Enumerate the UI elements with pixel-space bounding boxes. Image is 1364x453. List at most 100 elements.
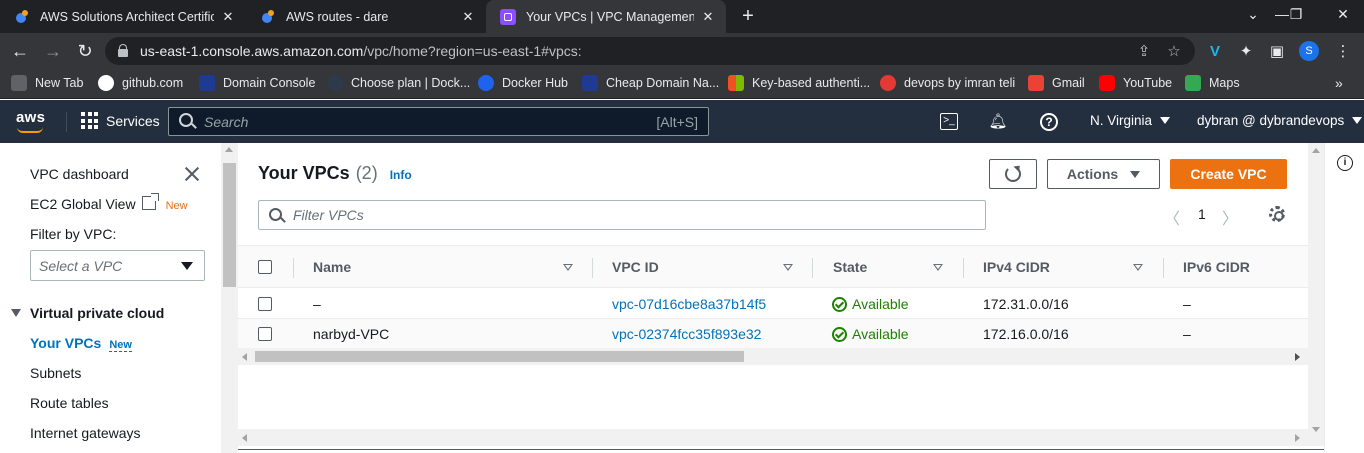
- create-vpc-button[interactable]: Create VPC: [1170, 159, 1287, 189]
- region-selector[interactable]: N. Virginia: [1090, 113, 1171, 128]
- scroll-up-arrow-icon[interactable]: [1312, 148, 1320, 153]
- profile-avatar[interactable]: S: [1299, 41, 1319, 61]
- sort-icon[interactable]: [563, 264, 573, 271]
- row-checkbox[interactable]: [258, 327, 272, 341]
- bookmark-key-auth[interactable]: Key-based authenti...: [728, 75, 870, 91]
- back-arrow-icon[interactable]: ←: [9, 40, 31, 62]
- nav-subnets[interactable]: Subnets: [30, 365, 81, 381]
- cloudshell-icon[interactable]: >_: [940, 113, 958, 130]
- share-icon[interactable]: ⇪: [1134, 42, 1154, 60]
- bookmark-gmail[interactable]: Gmail: [1028, 75, 1085, 91]
- page-vertical-scrollbar[interactable]: [1308, 143, 1324, 446]
- sidebar-scrollbar[interactable]: [221, 143, 238, 453]
- bookmark-star-icon[interactable]: ☆: [1164, 42, 1184, 60]
- scroll-up-arrow-icon[interactable]: [225, 147, 233, 152]
- table-row[interactable]: narbyd-VPC vpc-02374fcc35f893e32 Availab…: [238, 319, 1308, 349]
- services-menu-button[interactable]: Services: [81, 112, 160, 129]
- page-header: Your VPCs (2) Info: [258, 163, 412, 184]
- forward-arrow-icon[interactable]: →: [42, 40, 64, 62]
- nav-vpc-dashboard[interactable]: VPC dashboard: [30, 166, 129, 182]
- col-vpc-id[interactable]: VPC ID: [612, 259, 659, 275]
- extensions-puzzle-icon[interactable]: ✦: [1236, 42, 1256, 62]
- table-row[interactable]: – vpc-07d16cbe8a37b14f5 Available 172.31…: [238, 289, 1308, 319]
- close-tab-icon[interactable]: ✕: [700, 9, 716, 25]
- bookmark-domain-console[interactable]: Domain Console: [199, 75, 315, 91]
- reload-icon[interactable]: ↻: [74, 40, 96, 62]
- col-name[interactable]: Name: [313, 259, 351, 275]
- restore-icon[interactable]: ❐: [1286, 6, 1306, 23]
- scroll-right-arrow-icon[interactable]: [1295, 434, 1300, 442]
- previous-page-icon[interactable]: 〈: [1164, 205, 1180, 229]
- cell-name: narbyd-VPC: [313, 326, 390, 342]
- bookmark-docker-hub[interactable]: Docker Hub: [478, 75, 568, 91]
- aws-top-nav: aws Services Search [Alt+S] >_ 🔔︎ ? N. V…: [0, 100, 1364, 143]
- address-bar[interactable]: us-east-1.console.aws.amazon.com/vpc/hom…: [105, 37, 1195, 65]
- console-search-input[interactable]: Search [Alt+S]: [168, 107, 709, 136]
- close-tab-icon[interactable]: ✕: [460, 9, 476, 25]
- browser-tab-aws-routes[interactable]: AWS routes - dare ✕: [246, 0, 486, 33]
- bookmark-youtube[interactable]: YouTube: [1099, 75, 1172, 91]
- bookmark-cheap-domain[interactable]: Cheap Domain Na...: [582, 75, 719, 91]
- cell-ipv6: –: [1183, 296, 1191, 312]
- new-tab-plus-icon[interactable]: +: [737, 5, 759, 28]
- chevron-down-icon[interactable]: ⌄: [1243, 6, 1263, 23]
- section-virtual-private-cloud[interactable]: Virtual private cloud: [11, 305, 164, 321]
- bookmark-github[interactable]: github.com: [98, 75, 183, 91]
- info-icon[interactable]: i: [1337, 155, 1353, 171]
- scroll-thumb[interactable]: [223, 163, 236, 287]
- notifications-bell-icon[interactable]: 🔔︎: [987, 111, 1009, 133]
- nav-your-vpcs[interactable]: Your VPCs New: [30, 335, 132, 352]
- aws-logo[interactable]: aws: [16, 109, 45, 133]
- split-panel-divider[interactable]: [238, 449, 1324, 453]
- docker-icon: [478, 75, 494, 91]
- nav-internet-gateways[interactable]: Internet gateways: [30, 425, 141, 441]
- info-link[interactable]: Info: [390, 168, 412, 182]
- actions-dropdown-button[interactable]: Actions: [1047, 159, 1160, 189]
- bookmark-new-tab[interactable]: New Tab: [11, 75, 83, 91]
- lock-icon[interactable]: [118, 44, 128, 57]
- cell-vpc-id-link[interactable]: vpc-02374fcc35f893e32: [612, 326, 761, 342]
- col-ipv4-cidr[interactable]: IPv4 CIDR: [983, 259, 1050, 275]
- close-icon[interactable]: [183, 165, 201, 183]
- bookmark-docker-plan[interactable]: Choose plan | Dock...: [327, 75, 470, 91]
- sort-icon[interactable]: [933, 264, 943, 271]
- browser-tab-your-vpcs[interactable]: Your VPCs | VPC Management Co ✕: [486, 0, 726, 33]
- gear-icon[interactable]: [1269, 206, 1285, 222]
- scroll-left-arrow-icon[interactable]: [242, 434, 247, 442]
- scroll-right-arrow-icon[interactable]: [1295, 353, 1300, 361]
- bookmark-devops[interactable]: devops by imran teli: [880, 75, 1015, 91]
- table-horizontal-scrollbar[interactable]: [238, 348, 1308, 365]
- close-window-icon[interactable]: ✕: [1333, 6, 1353, 23]
- sort-icon[interactable]: [783, 264, 793, 271]
- sort-icon[interactable]: [1133, 264, 1143, 271]
- domain-icon: [582, 75, 598, 91]
- kebab-menu-icon[interactable]: ⋮: [1333, 42, 1353, 62]
- side-panel-icon[interactable]: ▣: [1267, 42, 1287, 62]
- refresh-button[interactable]: [989, 159, 1037, 189]
- divider: [66, 112, 67, 132]
- vpc-filter-select[interactable]: Select a VPC: [30, 250, 205, 281]
- select-all-checkbox[interactable]: [258, 260, 272, 274]
- scroll-left-arrow-icon[interactable]: [242, 353, 247, 361]
- cell-vpc-id-link[interactable]: vpc-07d16cbe8a37b14f5: [612, 296, 766, 312]
- col-state[interactable]: State: [833, 259, 867, 275]
- help-icon[interactable]: ?: [1040, 113, 1058, 131]
- page-horizontal-scrollbar[interactable]: [238, 429, 1308, 446]
- url-host: us-east-1.console.aws.amazon.com: [140, 43, 364, 59]
- nav-ec2-global-view[interactable]: EC2 Global View New: [30, 193, 188, 212]
- current-page[interactable]: 1: [1198, 206, 1206, 222]
- bookmark-maps[interactable]: Maps: [1185, 75, 1240, 91]
- browser-tab-aws-cert[interactable]: AWS Solutions Architect Certificat ✕: [0, 0, 246, 33]
- next-page-icon[interactable]: 〉: [1222, 205, 1238, 229]
- account-menu[interactable]: dybran @ dybrandevops: [1197, 113, 1363, 128]
- more-bookmarks-icon[interactable]: »: [1335, 75, 1343, 91]
- aws-favicon-icon: [260, 9, 276, 25]
- col-ipv6-cidr[interactable]: IPv6 CIDR: [1183, 259, 1250, 275]
- scroll-thumb[interactable]: [255, 351, 744, 362]
- filter-vpcs-input[interactable]: Filter VPCs: [258, 200, 986, 230]
- scroll-down-arrow-icon[interactable]: [1312, 427, 1320, 432]
- vimeo-extension-icon[interactable]: V: [1205, 42, 1225, 62]
- close-tab-icon[interactable]: ✕: [220, 9, 236, 25]
- nav-route-tables[interactable]: Route tables: [30, 395, 109, 411]
- row-checkbox[interactable]: [258, 297, 272, 311]
